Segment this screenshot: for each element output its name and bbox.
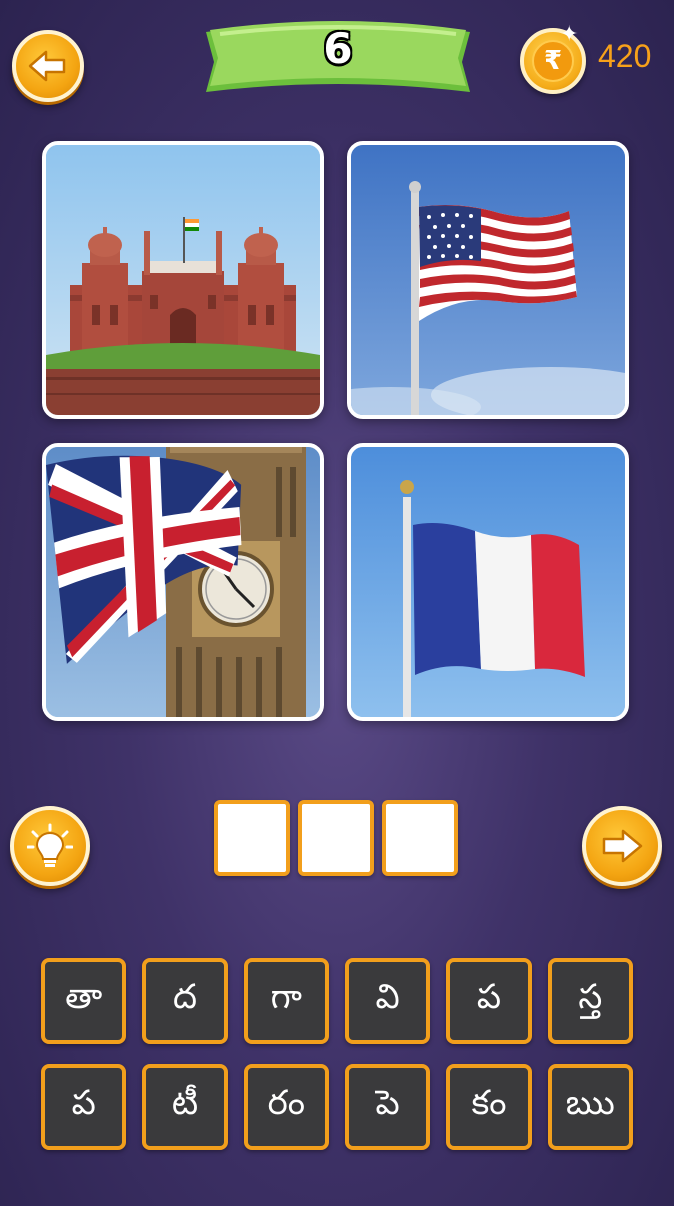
letter-tile[interactable]: కం [446, 1064, 532, 1150]
letter-tile[interactable]: వి [344, 958, 431, 1044]
back-button[interactable] [12, 30, 84, 102]
level-number: 6 [323, 24, 353, 73]
letter-tile[interactable]: ప [41, 1064, 127, 1150]
coin-count: 420 [598, 38, 652, 74]
photo-american-flag[interactable] [347, 141, 629, 419]
next-arrow-icon [602, 829, 643, 863]
sparkle-icon: ✦ [560, 22, 579, 47]
letter-tile[interactable]: ఋ [547, 1064, 633, 1150]
letter-tile[interactable]: తా [41, 958, 127, 1044]
next-button[interactable] [582, 806, 662, 886]
letter-tile[interactable]: పె [344, 1064, 431, 1150]
hint-button[interactable] [10, 806, 90, 886]
letter-row-2: ప టీ రం పె కం ఋ [41, 1064, 633, 1150]
photo-red-fort[interactable] [42, 141, 324, 419]
level-banner: 6 [200, 18, 476, 96]
answer-slots [214, 800, 458, 876]
letter-tile[interactable]: ప [446, 958, 532, 1044]
letter-tile[interactable]: రం [243, 1064, 329, 1150]
photo-uk-flag-big-ben[interactable] [42, 443, 324, 721]
lightbulb-icon [27, 823, 73, 867]
photo-french-flag[interactable] [347, 443, 629, 721]
back-arrow-icon [28, 50, 66, 82]
letter-tile[interactable]: గా [243, 958, 329, 1044]
letter-tile[interactable]: స్త [547, 958, 633, 1044]
letter-tiles: తా ద గా వి ప స్త ప టీ రం పె కం ఋ [41, 958, 633, 1170]
letter-tile[interactable]: టీ [142, 1064, 228, 1150]
answer-slot[interactable] [214, 800, 290, 876]
letter-row-1: తా ద గా వి ప స్త [41, 958, 633, 1044]
answer-slot[interactable] [298, 800, 374, 876]
answer-slot[interactable] [382, 800, 458, 876]
letter-tile[interactable]: ద [142, 958, 228, 1044]
